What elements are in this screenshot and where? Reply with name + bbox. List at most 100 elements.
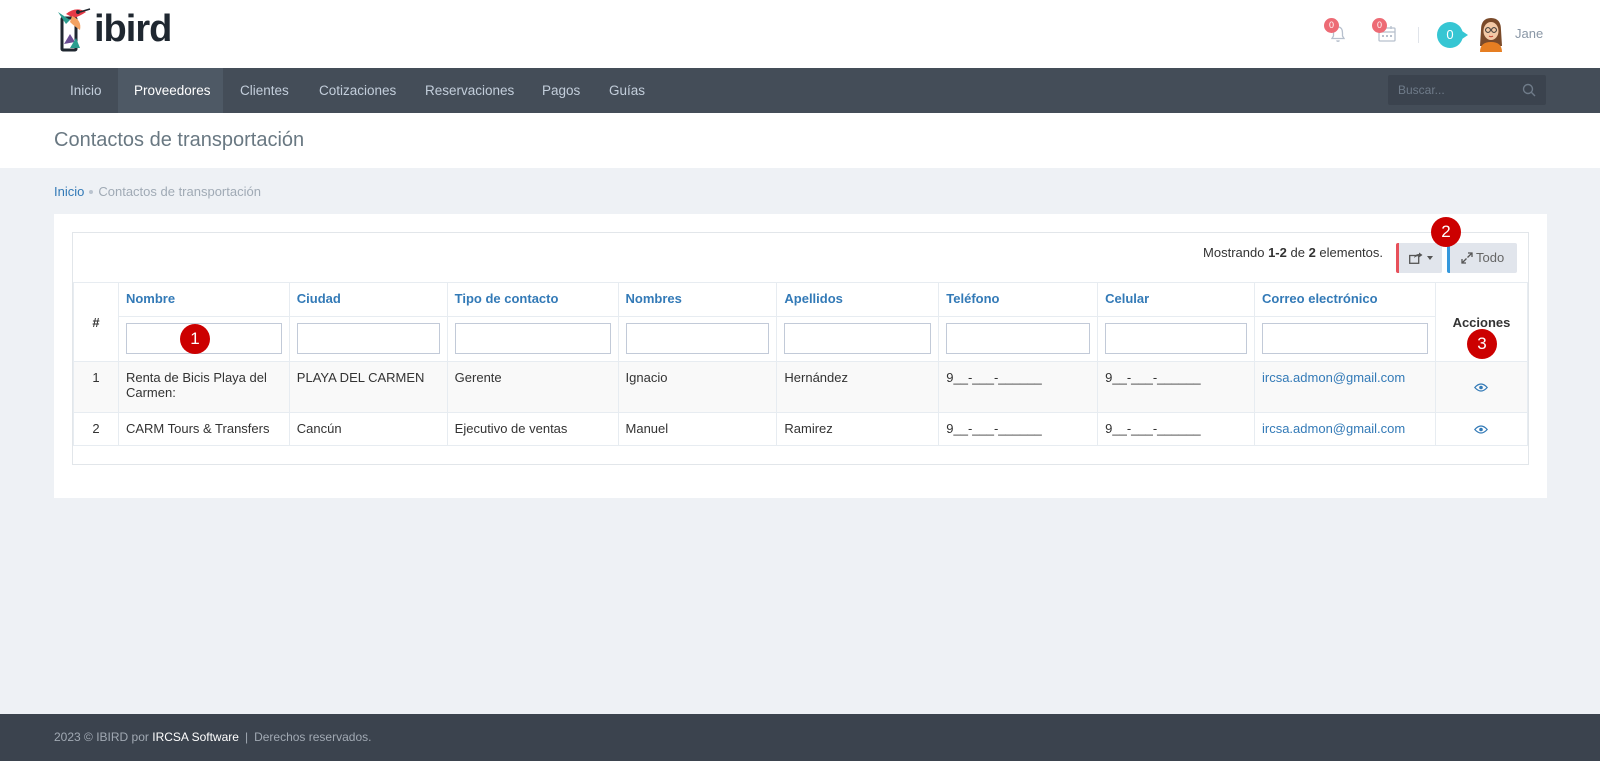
breadcrumb-separator [89,190,94,194]
column-header-correo[interactable]: Correo electrónico [1253,282,1436,317]
filter-ciudad-input[interactable] [296,323,440,354]
table-row: 1 Renta de Bicis Playa del Carmen: PLAYA… [73,361,1529,413]
column-header-telefono[interactable]: Teléfono [938,282,1099,317]
show-all-button[interactable]: Todo [1447,243,1517,273]
grid-summary: Mostrando 1-2 de 2 elementos. [1203,245,1383,260]
cell-acciones [1434,361,1529,413]
user-avatar[interactable] [1475,16,1507,52]
cell-number: 2 [73,412,119,446]
notifications-count-badge: 0 [1324,18,1339,33]
column-header-ciudad[interactable]: Ciudad [288,282,448,317]
filter-cell [1253,316,1436,362]
summary-mid: de [1286,245,1309,260]
filter-cell [288,316,448,362]
cell-acciones [1434,412,1529,446]
show-all-label: Todo [1476,250,1505,265]
nav-item-proveedores[interactable]: Proveedores [118,68,223,113]
filter-row [74,316,1528,362]
nav-item-guias[interactable]: Guías [593,68,661,113]
filter-cell [446,316,619,362]
table-row: 2 CARM Tours & Transfers Cancún Ejecutiv… [73,412,1529,446]
filter-celular-input[interactable] [1105,323,1247,354]
cart-count-badge[interactable]: 0 [1437,22,1468,48]
expand-icon [1461,252,1473,264]
annotation-marker-1: 1 [180,324,210,354]
cell-number: 1 [73,361,119,413]
filter-cell [617,316,778,362]
logo-text: ibird [94,7,172,50]
summary-range: 1-2 [1268,245,1287,260]
notifications-button[interactable]: 0 [1324,18,1350,44]
cell-apellidos: Ramirez [776,412,940,446]
breadcrumb-home-link[interactable]: Inicio [54,184,84,199]
nav-item-inicio[interactable]: Inicio [54,68,118,113]
nav-item-pagos[interactable]: Pagos [526,68,596,113]
header-divider [1418,27,1419,43]
contacts-table: # Nombre Ciudad Tipo de contacto Nombres… [73,282,1529,446]
cell-tipo-contacto: Ejecutivo de ventas [446,412,619,446]
cell-ciudad: PLAYA DEL CARMEN [288,361,448,413]
filter-cell [776,316,940,362]
annotation-marker-3: 3 [1467,329,1497,359]
column-header-apellidos[interactable]: Apellidos [776,282,940,317]
header-row: # Nombre Ciudad Tipo de contacto Nombres… [73,282,1529,362]
user-name[interactable]: Jane [1515,26,1543,41]
breadcrumb: Inicio Contactos de transportación [54,184,261,199]
annotation-marker-2: 2 [1431,217,1461,247]
filter-cell [1097,316,1255,362]
grid-toolbar: Mostrando 1-2 de 2 elementos. Todo [73,233,1528,282]
cell-correo-link[interactable]: ircsa.admon@gmail.com [1253,361,1436,413]
footer-text: 2023 © IBIRD por IRCSA Software | Derechos… [54,730,371,744]
cell-tipo-contacto: Gerente [446,361,619,413]
content-card: Mostrando 1-2 de 2 elementos. Todo # Nom… [54,214,1547,498]
cell-telefono: 9__-___-______ [938,361,1099,413]
cell-correo-link[interactable]: ircsa.admon@gmail.com [1253,412,1436,446]
cell-nombres: Manuel [617,412,778,446]
column-header-celular[interactable]: Celular [1097,282,1255,317]
summary-suffix: elementos. [1315,245,1383,260]
breadcrumb-current: Contactos de transportación [98,184,261,199]
cell-nombres: Ignacio [617,361,778,413]
view-eye-icon[interactable] [1474,382,1489,392]
export-dropdown-button[interactable] [1396,243,1442,273]
search-box [1388,75,1546,105]
cell-ciudad: Cancún [288,412,448,446]
share-icon [1409,252,1423,264]
summary-total: 2 [1308,245,1316,260]
filter-cell [938,316,1099,362]
search-icon[interactable] [1522,83,1536,97]
calendar-button[interactable]: 0 [1372,18,1398,44]
summary-prefix: Mostrando [1203,245,1269,260]
caret-down-icon [1427,256,1433,260]
column-header-tipo-contacto[interactable]: Tipo de contacto [446,282,619,317]
top-header: ibird 0 0 0 Jane [0,0,1600,68]
filter-apellidos-input[interactable] [784,323,932,354]
nav-item-clientes[interactable]: Clientes [224,68,305,113]
contacts-grid: Mostrando 1-2 de 2 elementos. Todo # Nom… [72,232,1529,465]
column-header-number: # [73,282,119,362]
footer-separator: | [244,730,249,744]
cell-nombre: CARM Tours & Transfers [117,412,290,446]
nav-item-reservaciones[interactable]: Reservaciones [409,68,530,113]
cell-celular: 9__-___-______ [1097,412,1255,446]
page-footer: 2023 © IBIRD por IRCSA Software | Derechos… [0,714,1600,761]
calendar-count-badge: 0 [1372,18,1387,33]
cell-telefono: 9__-___-______ [938,412,1099,446]
hummingbird-logo-icon [56,4,92,54]
footer-copyright: 2023 © IBIRD por [54,730,153,744]
search-input[interactable] [1388,75,1518,105]
cell-apellidos: Hernández [776,361,940,413]
view-eye-icon[interactable] [1474,424,1489,434]
column-header-nombre[interactable]: Nombre [117,282,290,317]
footer-rights: Derechos reservados. [254,730,372,744]
app-logo[interactable]: ibird [56,4,172,54]
filter-nombres-input[interactable] [625,323,770,354]
footer-brand-link[interactable]: IRCSA Software [152,730,239,744]
filter-correo-input[interactable] [1261,323,1428,354]
nav-item-cotizaciones[interactable]: Cotizaciones [303,68,412,113]
filter-tipo-contacto-input[interactable] [454,323,611,354]
page-title-band: Contactos de transportación [0,113,1600,168]
column-header-nombres[interactable]: Nombres [617,282,778,317]
cell-nombre: Renta de Bicis Playa del Carmen: [117,361,290,413]
filter-telefono-input[interactable] [946,323,1091,354]
